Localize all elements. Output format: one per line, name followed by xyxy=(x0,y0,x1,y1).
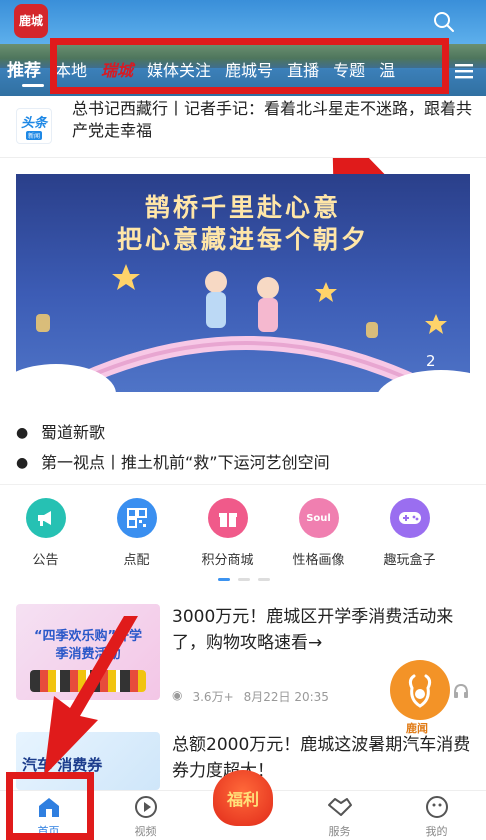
divider xyxy=(0,484,486,485)
quick-icon-label: 趣玩盒子 xyxy=(383,553,436,568)
megaphone-icon xyxy=(25,498,66,538)
article-meta: ◉ 3.6万+ 8月22日 20:35 xyxy=(172,688,329,705)
deer-icon xyxy=(408,674,432,708)
bullet-dot: ● xyxy=(16,425,29,441)
search-icon[interactable] xyxy=(432,10,456,34)
handshake-icon xyxy=(327,798,352,816)
banner-carousel[interactable]: 鹊桥千里赴心意 把心意藏进每个朝夕 2 xyxy=(16,174,470,392)
quick-icon-dianpei[interactable]: 点配 xyxy=(91,498,182,570)
quick-icon-label: 公告 xyxy=(32,553,59,568)
article-time: 8月22日 20:35 xyxy=(243,690,329,704)
welfare-label: 福利 xyxy=(226,790,259,809)
quick-icons: 公告 点配 积分商城 Soul 性格画像 趣玩盒子 xyxy=(0,498,486,570)
active-tab-indicator xyxy=(22,84,44,87)
banner-page-indicator: 2 xyxy=(426,352,436,370)
toutiao-badge-main: 头条 xyxy=(20,116,47,131)
toutiao-badge-sub: 新闻 xyxy=(25,131,42,140)
highlight-box-tabs xyxy=(50,38,449,94)
red-arrow-down-icon xyxy=(44,616,138,776)
float-label: 鹿闻 xyxy=(406,722,428,735)
eye-icon: ◉ xyxy=(172,688,183,702)
pager-dot-active xyxy=(218,578,230,581)
article-title: 总额2000万元！鹿城这波暑期汽车消费券力度超大！ xyxy=(172,735,471,781)
quick-icon-personality[interactable]: Soul 性格画像 xyxy=(273,498,364,570)
bullet-news-list: ● 蜀道新歌 ● 第一视点丨推土机前“救”下运河艺创空间 xyxy=(16,418,476,478)
quick-icons-pager xyxy=(218,578,270,581)
top-news-item[interactable]: 头条 新闻 总书记西藏行丨记者手记：看着北斗星走不迷路，跟着共产党走幸福 xyxy=(0,96,486,158)
article-title: 3000万元！鹿城区开学季消费活动来了，购物攻略速看→ xyxy=(172,607,454,653)
quick-icon-label: 性格画像 xyxy=(292,553,345,568)
menu-icon[interactable] xyxy=(452,60,476,82)
pager-dot xyxy=(258,578,270,581)
app-logo-text: 鹿城 xyxy=(18,14,43,28)
bullet-news-text: 第一视点丨推土机前“救”下运河艺创空间 xyxy=(41,453,330,472)
article-views: 3.6万+ xyxy=(192,690,234,704)
bullet-news-item[interactable]: ● 蜀道新歌 xyxy=(16,418,476,448)
nav-mine[interactable]: 我的 xyxy=(388,791,485,840)
quick-icon-points-mall[interactable]: 积分商城 xyxy=(182,498,273,570)
top-news-text: 总书记西藏行丨记者手记：看着北斗星走不迷路，跟着共产党走幸福 xyxy=(72,99,473,140)
quick-icon-fun-box[interactable]: 趣玩盒子 xyxy=(364,498,455,570)
toutiao-badge: 头条 新闻 xyxy=(16,108,52,144)
app-logo[interactable]: 鹿城 xyxy=(14,4,48,38)
welfare-button[interactable]: 福利 xyxy=(213,770,273,826)
banner-illustration xyxy=(36,264,447,392)
nav-label: 视频 xyxy=(134,825,157,838)
quick-icon-announcement[interactable]: 公告 xyxy=(0,498,91,570)
soul-icon: Soul xyxy=(298,498,339,538)
tab-recommend[interactable]: 推荐 xyxy=(0,56,48,86)
highlight-box-home xyxy=(6,772,94,840)
play-icon xyxy=(134,796,157,818)
pager-dot xyxy=(238,578,250,581)
nav-label: 服务 xyxy=(328,825,351,838)
smiley-icon xyxy=(425,796,448,818)
bullet-dot: ● xyxy=(16,455,29,471)
bullet-news-text: 蜀道新歌 xyxy=(41,423,106,442)
nav-video[interactable]: 视频 xyxy=(97,791,194,840)
headset-icon[interactable] xyxy=(452,682,470,700)
nav-label: 我的 xyxy=(425,825,448,838)
gamepad-icon xyxy=(389,498,430,538)
quick-icon-label: 点配 xyxy=(123,553,150,568)
deer-news-float-button[interactable] xyxy=(390,660,450,720)
gift-icon xyxy=(207,498,248,538)
bullet-news-item[interactable]: ● 第一视点丨推土机前“救”下运河艺创空间 xyxy=(16,448,476,478)
nav-service[interactable]: 服务 xyxy=(291,791,388,840)
quick-icon-label: 积分商城 xyxy=(201,553,254,568)
qr-code-icon xyxy=(116,498,157,538)
